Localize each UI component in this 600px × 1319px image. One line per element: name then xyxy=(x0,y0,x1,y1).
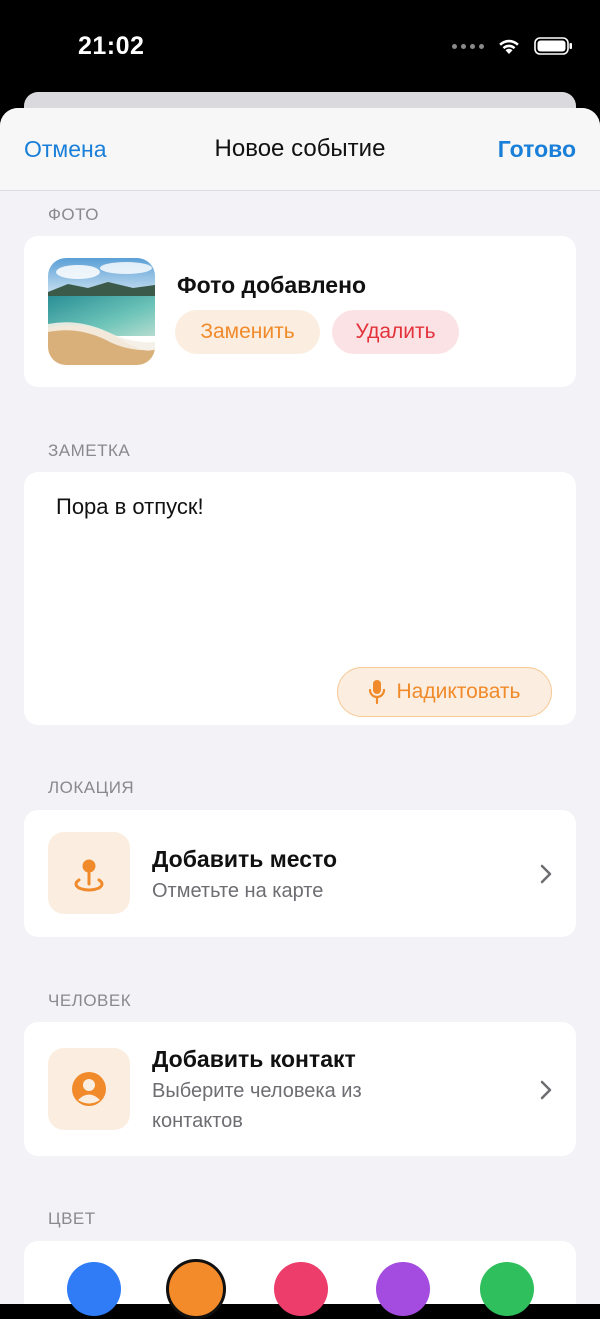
new-event-sheet: Отмена Новое событие Готово ФОТО Фото до… xyxy=(0,108,600,1304)
photo-status-title: Фото добавлено xyxy=(177,272,367,298)
color-swatch-blue[interactable] xyxy=(67,1262,121,1316)
status-time: 21:02 xyxy=(78,32,145,60)
add-contact-subtitle: Выберите человека из контактов xyxy=(152,1080,362,1132)
dictate-button[interactable]: Надиктовать xyxy=(337,667,552,717)
wifi-icon xyxy=(499,39,519,54)
add-place-subtitle: Отметьте на карте xyxy=(152,880,324,902)
color-swatch-pink[interactable] xyxy=(274,1262,328,1316)
color-section-label: ЦВЕТ xyxy=(48,1209,96,1228)
location-section-label: ЛОКАЦИЯ xyxy=(48,778,135,797)
delete-photo-button[interactable]: Удалить xyxy=(332,310,459,354)
add-contact-title: Добавить контакт xyxy=(152,1046,356,1072)
color-swatch-purple[interactable] xyxy=(376,1262,430,1316)
dictate-label: Надиктовать xyxy=(396,680,521,703)
note-text-field[interactable]: Пора в отпуск! xyxy=(56,494,204,520)
chevron-right-icon xyxy=(540,1080,552,1100)
photo-section-label: ФОТО xyxy=(48,205,99,224)
microphone-icon xyxy=(369,680,386,705)
replace-photo-button[interactable]: Заменить xyxy=(175,310,320,354)
note-section-label: ЗАМЕТКА xyxy=(48,441,131,460)
note-card[interactable]: Пора в отпуск! Надиктовать xyxy=(24,472,576,725)
color-swatch-orange[interactable] xyxy=(166,1259,226,1319)
cellular-signal-icon xyxy=(452,43,484,49)
photo-thumbnail[interactable] xyxy=(48,258,155,365)
add-contact-row[interactable]: Добавить контакт Выберите человека из ко… xyxy=(24,1022,576,1156)
add-place-title: Добавить место xyxy=(152,846,338,872)
status-bar: 21:02 xyxy=(0,0,600,100)
photo-card: Фото добавлено Заменить Удалить xyxy=(24,236,576,387)
contact-icon xyxy=(48,1048,130,1130)
add-place-row[interactable]: Добавить место Отметьте на карте xyxy=(24,810,576,937)
navigation-bar: Отмена Новое событие Готово xyxy=(0,108,600,191)
person-section-label: ЧЕЛОВЕК xyxy=(48,991,132,1010)
color-swatch-green[interactable] xyxy=(480,1262,534,1316)
battery-icon xyxy=(534,37,572,55)
done-button[interactable]: Готово xyxy=(498,136,576,163)
location-pin-icon xyxy=(48,832,130,914)
status-icons xyxy=(452,36,574,56)
chevron-right-icon xyxy=(540,864,552,884)
